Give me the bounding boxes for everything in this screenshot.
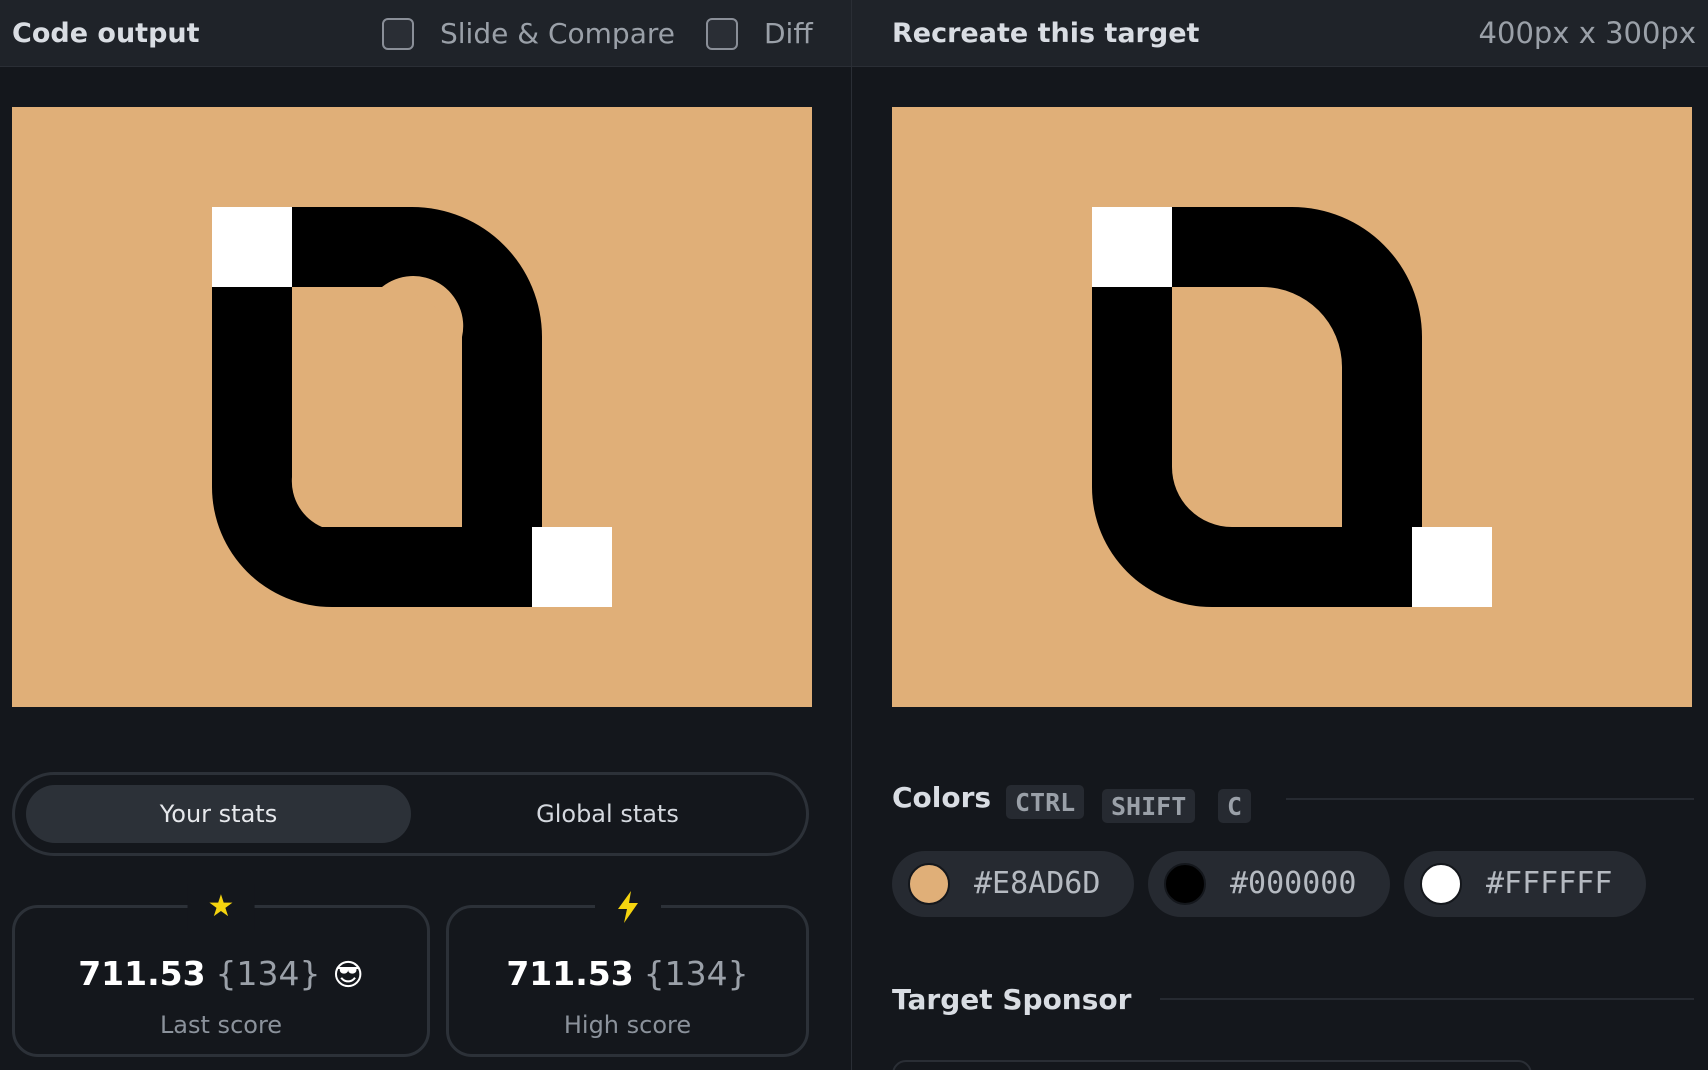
slide-compare-checkbox[interactable] [382, 17, 414, 50]
target-shape [892, 107, 1692, 707]
color-swatch-1[interactable]: #E8AD6D [892, 851, 1134, 917]
diff-label: Diff [764, 17, 813, 50]
sponsor-divider [1160, 998, 1694, 1000]
lightning-icon [594, 884, 661, 924]
code-output-title: Code output [12, 18, 200, 49]
color-swatch-2[interactable]: #000000 [1148, 851, 1390, 917]
star-icon: ★ [187, 884, 255, 930]
high-score-label: High score [563, 1011, 692, 1039]
kbd-c: C [1218, 789, 1252, 823]
target-title: Recreate this target [892, 18, 1200, 49]
last-score-label: Last score [159, 1011, 283, 1039]
slide-compare-label: Slide & Compare [440, 17, 675, 50]
color-dot-3 [1420, 863, 1462, 905]
stats-toggle: Your stats Global stats [12, 772, 809, 856]
kbd-shift: SHIFT [1102, 789, 1196, 823]
color-dot-1 [908, 863, 950, 905]
target-canvas [892, 107, 1692, 707]
sunglasses-emoji-icon: 😎 [332, 958, 364, 993]
target-dimensions: 400px x 300px [1478, 16, 1696, 50]
diff-toggle[interactable]: Diff [706, 0, 813, 67]
output-shape [12, 107, 812, 707]
slide-compare-toggle[interactable]: Slide & Compare [382, 0, 675, 67]
kbd-ctrl: CTRL [1006, 785, 1085, 819]
code-output-panel: Code output Slide & Compare Diff Your st… [0, 0, 851, 1070]
last-score-card: ★ 711.53 {134} 😎 Last score [12, 884, 430, 1057]
diff-checkbox[interactable] [706, 17, 738, 50]
last-score-value: 711.53 {134} 😎 [78, 954, 364, 993]
color-hex-1: #E8AD6D [974, 866, 1101, 901]
code-output-header: Code output Slide & Compare Diff [0, 0, 851, 67]
target-header: Recreate this target 400px x 300px [852, 0, 1708, 67]
target-panel: Recreate this target 400px x 300px Color… [852, 0, 1708, 1070]
high-score-value: 711.53 {134} [506, 954, 749, 993]
color-swatch-3[interactable]: #FFFFFF [1404, 851, 1646, 917]
colors-divider [1286, 798, 1694, 800]
your-stats-tab[interactable]: Your stats [26, 785, 411, 843]
color-hex-2: #000000 [1230, 866, 1357, 901]
color-hex-3: #FFFFFF [1486, 866, 1613, 901]
colors-title: Colors [892, 781, 992, 814]
sponsor-card[interactable] [892, 1060, 1532, 1070]
color-dot-2 [1164, 863, 1206, 905]
code-output-canvas[interactable] [12, 107, 812, 707]
target-sponsor-title: Target Sponsor [892, 983, 1132, 1016]
global-stats-tab[interactable]: Global stats [415, 785, 800, 843]
high-score-card: 711.53 {134} High score [446, 884, 809, 1057]
